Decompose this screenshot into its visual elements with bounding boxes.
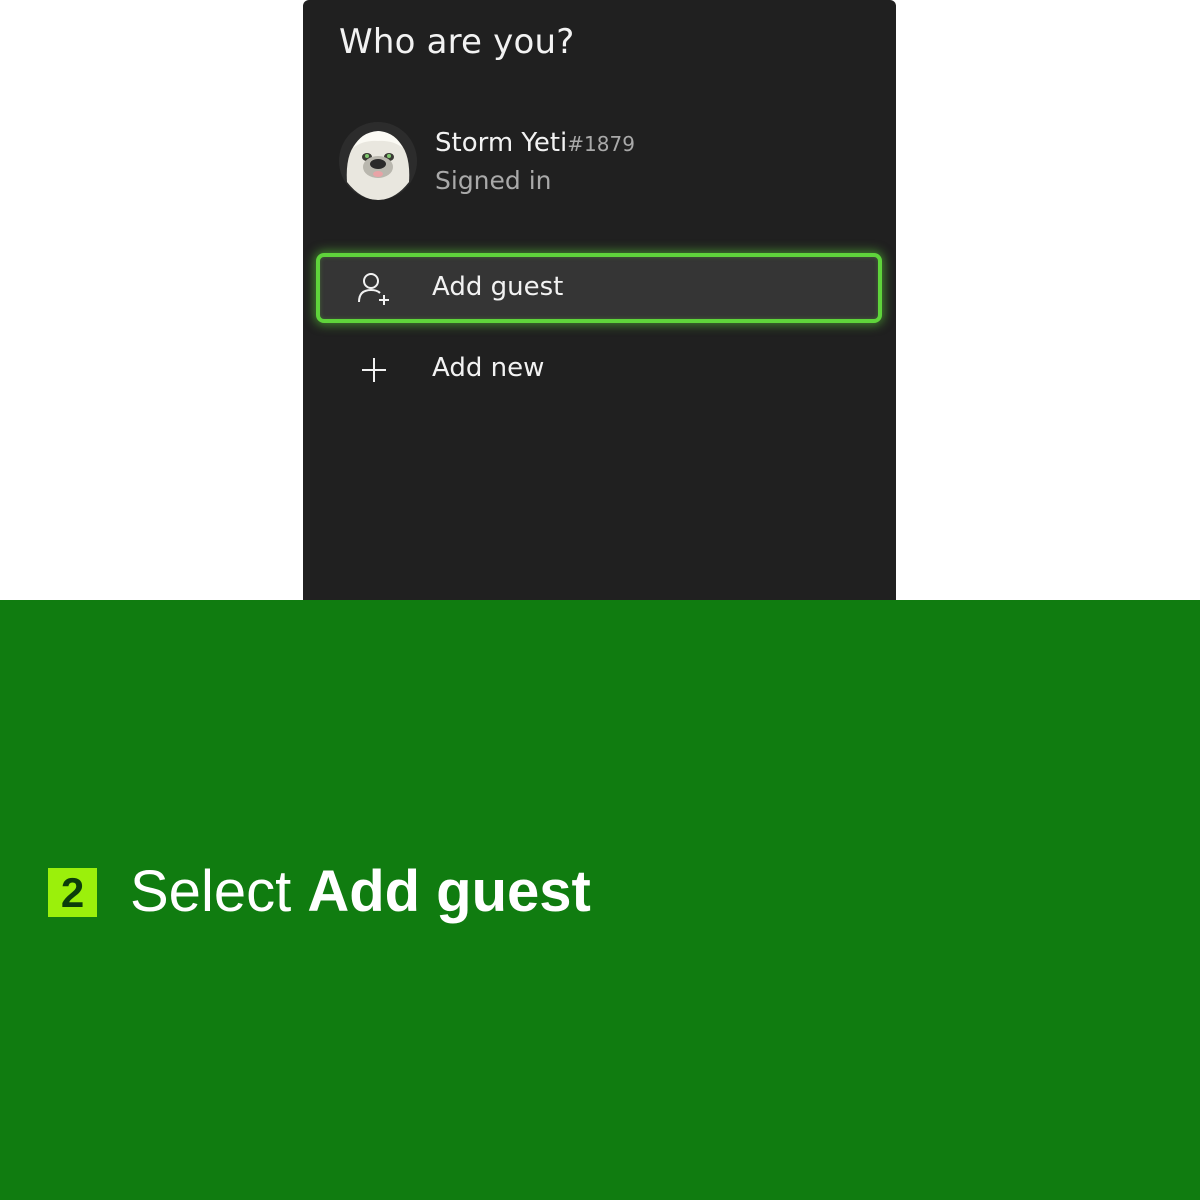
gamertag-suffix: #1879 (567, 132, 635, 156)
screenshot-area: Who are you? Storm Yeti#1879 Signed in A… (0, 0, 1200, 600)
instruction-text: Select Add guest (130, 858, 591, 925)
add-new-button[interactable]: Add new (316, 334, 882, 404)
add-guest-label: Add guest (432, 272, 564, 302)
yeti-avatar (339, 122, 417, 200)
signed-in-status: Signed in (435, 166, 552, 195)
add-new-label: Add new (432, 353, 545, 383)
gamertag: Storm Yeti#1879 (435, 128, 635, 158)
instruction-target: Add guest (307, 859, 591, 924)
instruction-verb: Select (130, 859, 292, 924)
who-are-you-dialog: Who are you? Storm Yeti#1879 Signed in A… (303, 0, 896, 600)
plus-icon (354, 350, 394, 390)
instruction-band: 2 Select Add guest (0, 600, 1200, 1200)
add-guest-button[interactable]: Add guest (316, 253, 882, 323)
step-number-badge: 2 (48, 868, 97, 917)
gamertag-name: Storm Yeti (435, 128, 568, 158)
profile-card[interactable]: Storm Yeti#1879 Signed in (339, 122, 859, 202)
dialog-title: Who are you? (339, 22, 575, 62)
person-add-icon (354, 269, 394, 309)
